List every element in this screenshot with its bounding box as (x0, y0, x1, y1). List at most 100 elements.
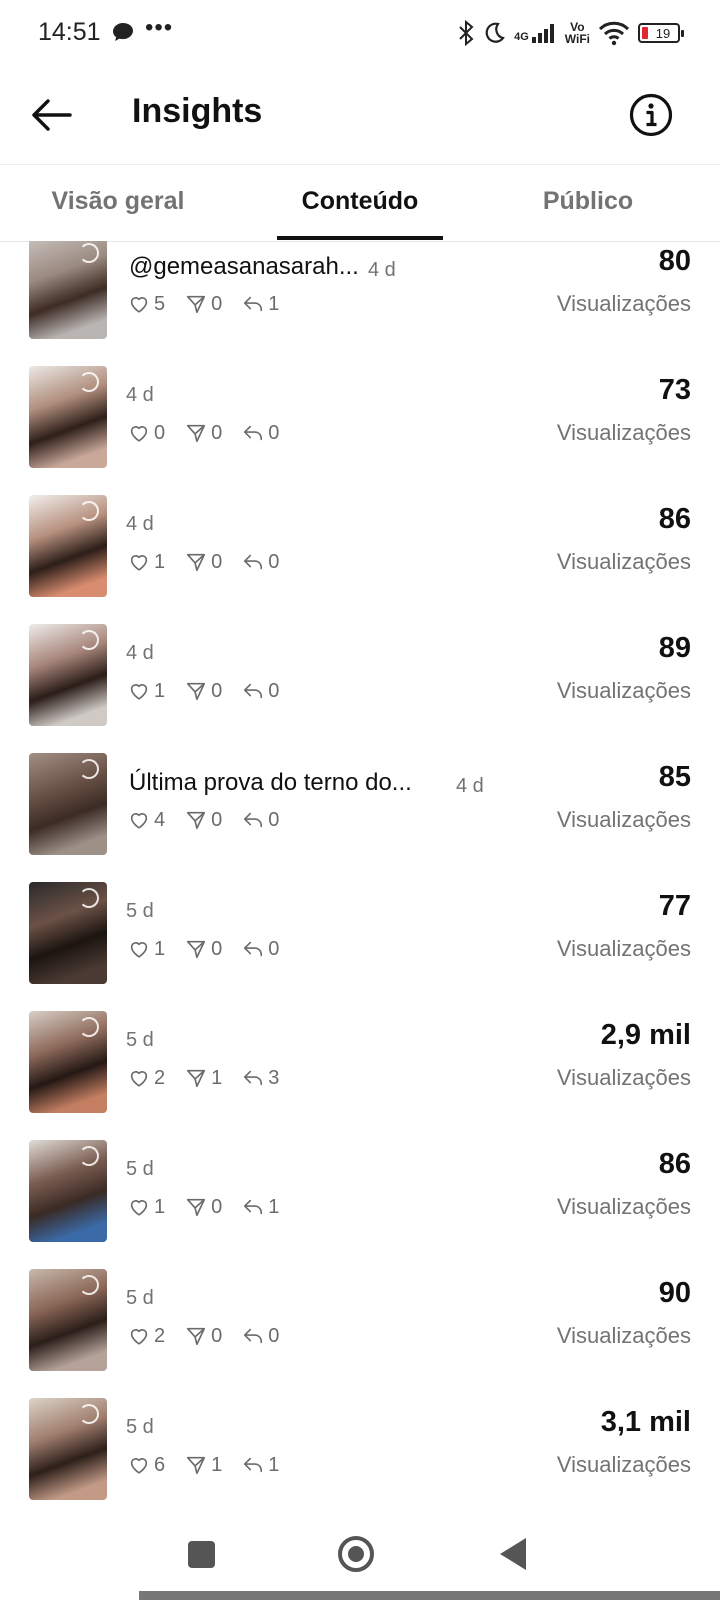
post-row[interactable]: 5 d 6 1 1 3,1 mil Visualizações (0, 1396, 720, 1513)
views-count: 85 (658, 761, 691, 793)
likes-count: 4 (154, 808, 166, 831)
moon-icon (485, 22, 505, 43)
post-row[interactable]: 5 d 1 0 0 77 Visualizações (0, 880, 720, 1012)
reply-icon (242, 809, 264, 831)
post-thumbnail[interactable] (29, 882, 107, 984)
send-icon (185, 422, 207, 444)
views-count: 90 (658, 1277, 691, 1309)
post-row[interactable]: 4 d 1 0 0 89 Visualizações (0, 622, 720, 754)
info-circle-icon[interactable] (628, 92, 674, 138)
likes-count: 1 (154, 679, 166, 702)
post-age: 5 d (126, 1029, 154, 1051)
post-thumbnail[interactable] (29, 1140, 107, 1242)
post-thumbnail[interactable] (29, 241, 107, 339)
system-nav-bar (0, 1513, 720, 1600)
likes-stat: 1 (128, 551, 165, 574)
reply-icon (242, 1196, 264, 1218)
replies-count: 0 (268, 937, 280, 960)
bluetooth-icon (459, 20, 474, 46)
wifi-icon (598, 21, 630, 46)
post-row[interactable]: 5 d 2 1 3 2,9 mil Visualizações (0, 1009, 720, 1141)
views-label: Visualizações (556, 678, 691, 703)
heart-icon (128, 680, 150, 702)
post-stats: 2 1 3 (128, 1065, 299, 1091)
likes-stat: 2 (128, 1067, 165, 1090)
views-label: Visualizações (556, 1323, 691, 1348)
post-thumbnail[interactable] (29, 624, 107, 726)
views-label: Visualizações (556, 936, 691, 961)
tab-audience[interactable]: Público (528, 187, 648, 216)
likes-count: 5 (154, 292, 166, 315)
post-row[interactable]: Última prova do terno do... 4 d 4 0 0 85 Visua… (0, 751, 720, 883)
loading-icon (79, 501, 99, 521)
replies-count: 0 (268, 421, 280, 444)
likes-stat: 1 (128, 938, 165, 961)
views-label: Visualizações (556, 1194, 691, 1219)
recents-button[interactable] (188, 1541, 215, 1568)
loading-icon (79, 1275, 99, 1295)
replies-stat: 3 (242, 1067, 279, 1090)
post-thumbnail[interactable] (29, 1398, 107, 1500)
post-row[interactable]: @gemeasanasarah... 4 d 5 0 1 80 Visualizações (0, 241, 720, 367)
replies-stat: 0 (242, 938, 279, 961)
post-thumbnail[interactable] (29, 753, 107, 855)
cellular-signal-icon: 4G (514, 23, 557, 43)
post-row[interactable]: 4 d 0 0 0 73 Visualizações (0, 364, 720, 496)
content-list[interactable]: @gemeasanasarah... 4 d 5 0 1 80 Visualizações 4… (0, 241, 720, 1513)
arrow-left-icon[interactable] (28, 92, 74, 138)
post-stats: 1 0 1 (128, 1194, 299, 1220)
post-stats: 0 0 0 (128, 420, 299, 446)
loading-icon (79, 1404, 99, 1424)
post-row[interactable]: 5 d 2 0 0 90 Visualizações (0, 1267, 720, 1399)
shares-stat: 0 (185, 938, 222, 961)
shares-count: 0 (211, 292, 223, 315)
post-row[interactable]: 5 d 1 0 1 86 Visualizações (0, 1138, 720, 1270)
shares-stat: 0 (185, 680, 222, 703)
shares-stat: 0 (185, 293, 222, 316)
tab-content[interactable]: Conteúdo (277, 187, 443, 216)
post-thumbnail[interactable] (29, 366, 107, 468)
views-count: 80 (658, 245, 691, 277)
send-icon (185, 1067, 207, 1089)
likes-stat: 6 (128, 1454, 165, 1477)
send-icon (185, 1196, 207, 1218)
loading-icon (79, 243, 99, 263)
tab-overview[interactable]: Visão geral (38, 187, 198, 216)
gesture-bar (139, 1591, 720, 1600)
replies-count: 1 (268, 1453, 280, 1476)
shares-count: 0 (211, 679, 223, 702)
back-button[interactable] (500, 1538, 526, 1570)
home-button[interactable] (338, 1536, 374, 1572)
replies-stat: 1 (242, 1196, 279, 1219)
likes-count: 1 (154, 1195, 166, 1218)
shares-count: 0 (211, 550, 223, 573)
post-caption: Última prova do terno do... (129, 769, 412, 796)
replies-stat: 1 (242, 1454, 279, 1477)
post-age: 5 d (126, 1416, 154, 1438)
views-count: 89 (658, 632, 691, 664)
views-count: 86 (658, 503, 691, 535)
replies-count: 0 (268, 808, 280, 831)
replies-count: 3 (268, 1066, 280, 1089)
post-thumbnail[interactable] (29, 1269, 107, 1371)
reply-icon (242, 422, 264, 444)
shares-stat: 1 (185, 1067, 222, 1090)
post-row[interactable]: 4 d 1 0 0 86 Visualizações (0, 493, 720, 625)
likes-stat: 5 (128, 293, 165, 316)
replies-stat: 1 (242, 293, 279, 316)
reply-icon (242, 293, 264, 315)
loading-icon (79, 630, 99, 650)
post-thumbnail[interactable] (29, 495, 107, 597)
more-notifications-icon: ••• (145, 14, 174, 41)
shares-count: 1 (211, 1066, 223, 1089)
post-stats: 5 0 1 (128, 291, 299, 317)
views-count: 2,9 mil (600, 1019, 691, 1051)
loading-icon (79, 759, 99, 779)
shares-count: 1 (211, 1453, 223, 1476)
replies-count: 0 (268, 550, 280, 573)
post-thumbnail[interactable] (29, 1011, 107, 1113)
shares-count: 0 (211, 1195, 223, 1218)
heart-icon (128, 1325, 150, 1347)
post-caption: @gemeasanasarah... (129, 253, 359, 280)
loading-icon (79, 888, 99, 908)
